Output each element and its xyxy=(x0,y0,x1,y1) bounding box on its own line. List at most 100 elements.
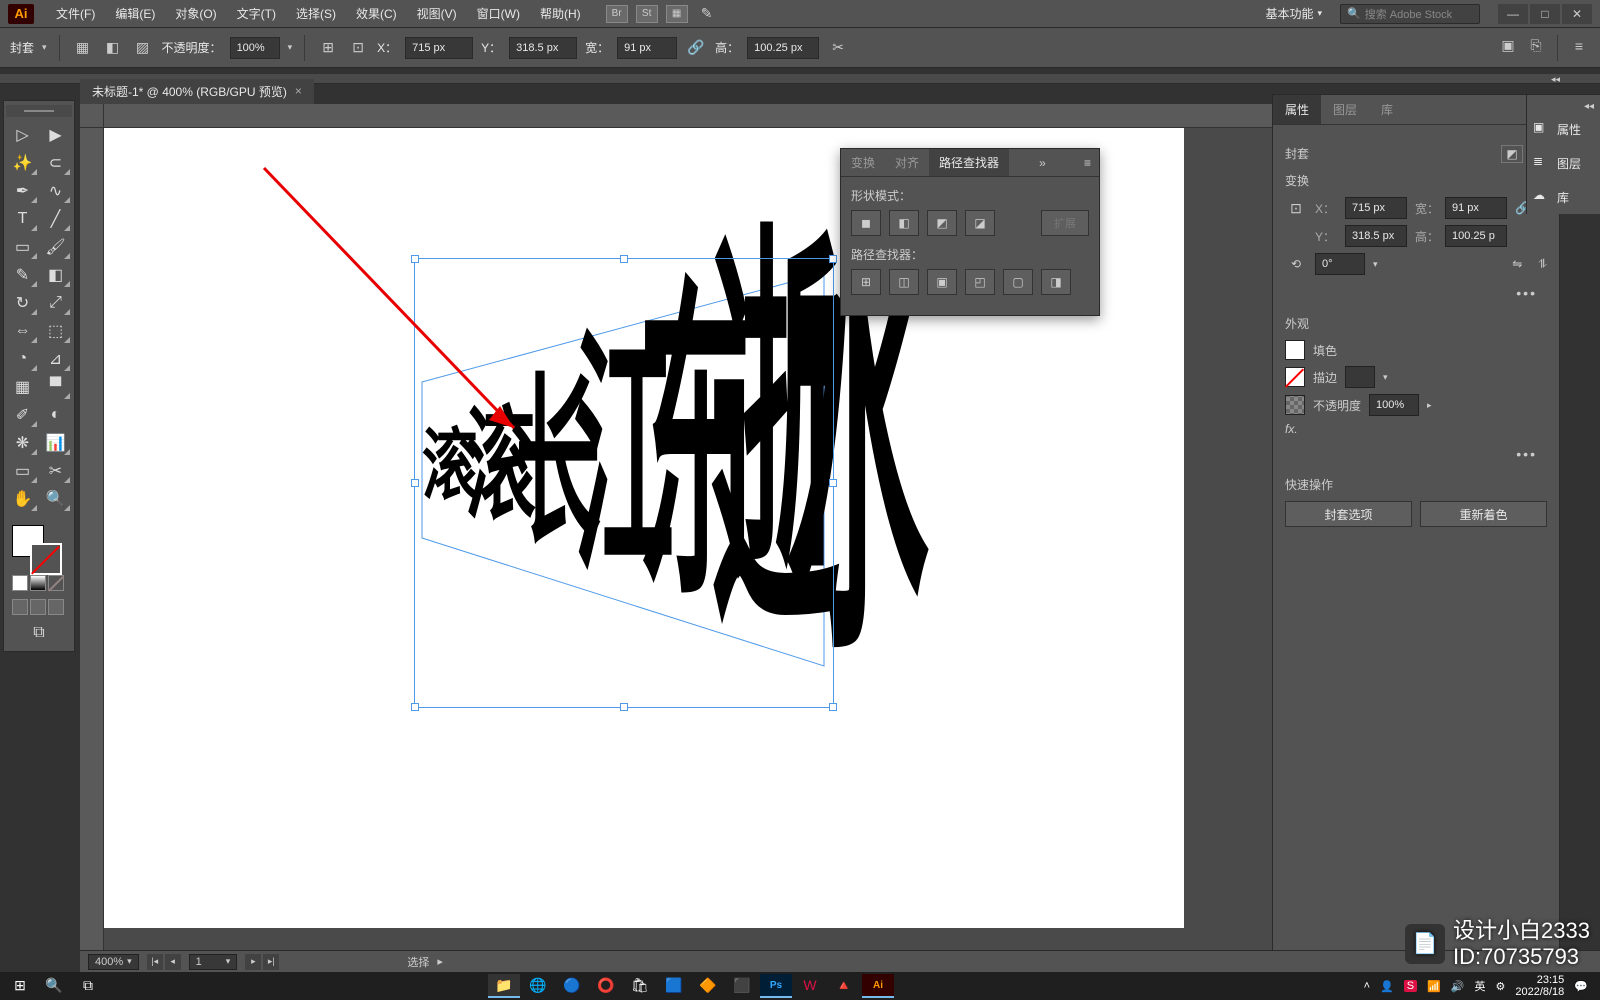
panel-expand-icon[interactable]: » xyxy=(1031,156,1054,170)
shaper-tool[interactable]: ✎ xyxy=(6,261,39,289)
menu-file[interactable]: 文件(F) xyxy=(46,1,105,26)
screen-mode-tool[interactable]: ⧉ xyxy=(6,619,72,647)
tray-people-icon[interactable]: 👤 xyxy=(1380,980,1394,993)
artboard-nav-fwd[interactable]: ▸▸| xyxy=(245,954,279,970)
strip-properties[interactable]: ▣属性 xyxy=(1527,112,1600,146)
tray-clock[interactable]: 23:15 2022/8/18 xyxy=(1515,974,1564,998)
appearance-more-icon[interactable]: ••• xyxy=(1285,442,1547,466)
recolor-button[interactable]: 重新着色 xyxy=(1420,501,1547,527)
ref-point-icon[interactable]: ⊡ xyxy=(1285,197,1307,219)
tray-up-icon[interactable]: ˄ xyxy=(1364,980,1370,992)
hand-tool[interactable]: ✋ xyxy=(6,485,39,513)
flip-v-icon[interactable]: ⥮ xyxy=(1538,257,1547,272)
pen-tool[interactable]: ✒ xyxy=(6,177,39,205)
flip-h-icon[interactable]: ⇋ xyxy=(1512,257,1522,271)
merge-icon[interactable]: ▣ xyxy=(927,269,957,295)
window-minimize[interactable]: — xyxy=(1498,4,1528,24)
symbol-sprayer-tool[interactable]: ❋ xyxy=(6,429,39,457)
envelope-mesh-icon[interactable]: ▦ xyxy=(72,37,94,59)
task-view-icon[interactable]: ⧉ xyxy=(72,974,104,998)
task-app1-icon[interactable]: 🟦 xyxy=(658,974,690,998)
prop-opacity-field[interactable]: 100% xyxy=(1369,394,1419,416)
slice-tool[interactable]: ✂ xyxy=(39,457,72,485)
arrange-icon[interactable]: ▦ xyxy=(666,5,688,23)
task-edge-icon[interactable]: 🌐 xyxy=(522,974,554,998)
draw-behind-icon[interactable] xyxy=(30,599,46,615)
free-transform-tool[interactable]: ⬚ xyxy=(39,317,72,345)
prop-x-field[interactable]: 715 px xyxy=(1345,197,1407,219)
stock-icon[interactable]: St xyxy=(636,5,658,23)
w-field[interactable]: 91 px xyxy=(617,37,677,59)
tray-notifications-icon[interactable]: 💬 xyxy=(1574,980,1588,993)
task-explorer-icon[interactable]: 📁 xyxy=(488,974,520,998)
menu-view[interactable]: 视图(V) xyxy=(407,1,467,26)
close-tab-icon[interactable]: × xyxy=(295,84,302,98)
document-tab[interactable]: 未标题-1* @ 400% (RGB/GPU 预览) × xyxy=(80,79,314,104)
tab-properties[interactable]: 属性 xyxy=(1273,95,1321,124)
menu-edit[interactable]: 编辑(E) xyxy=(105,1,165,26)
width-tool[interactable]: ⇔ xyxy=(6,317,39,345)
exclude-icon[interactable]: ◪ xyxy=(965,210,995,236)
pathfinder-panel[interactable]: 变换 对齐 路径查找器 » ≡ 形状模式： ◼ ◧ ◩ ◪ 扩展 路径查找器： … xyxy=(840,148,1100,316)
selection-tool[interactable]: ▷ xyxy=(6,121,39,149)
status-menu-icon[interactable]: ▸ xyxy=(437,955,443,968)
gradient-mode-icon[interactable] xyxy=(30,575,46,591)
draw-normal-icon[interactable] xyxy=(12,599,28,615)
window-maximize[interactable]: □ xyxy=(1530,4,1560,24)
prop-w-field[interactable]: 91 px xyxy=(1445,197,1507,219)
shape-builder-tool[interactable]: ◔ xyxy=(6,345,39,373)
envelope-warp-icon[interactable]: ◧ xyxy=(102,37,124,59)
blend-tool[interactable]: ◐ xyxy=(39,401,72,429)
stroke-color-swatch[interactable] xyxy=(1285,367,1305,387)
prop-rotate-field[interactable]: 0° xyxy=(1315,253,1365,275)
x-field[interactable]: 715 px xyxy=(405,37,473,59)
intersect-icon[interactable]: ◩ xyxy=(927,210,957,236)
task-app3-icon[interactable]: ⬛ xyxy=(726,974,758,998)
minus-front-icon[interactable]: ◧ xyxy=(889,210,919,236)
task-browser2-icon[interactable]: 🔵 xyxy=(556,974,588,998)
color-mode-icon[interactable] xyxy=(12,575,28,591)
envelope-edit-icon[interactable]: ▨ xyxy=(132,37,154,59)
tab-transform[interactable]: 变换 xyxy=(841,149,885,176)
menu-select[interactable]: 选择(S) xyxy=(286,1,346,26)
task-ai-icon[interactable]: Ai xyxy=(862,974,894,998)
draw-inside-icon[interactable] xyxy=(48,599,64,615)
envelope-options-button[interactable]: 封套选项 xyxy=(1285,501,1412,527)
y-field[interactable]: 318.5 px xyxy=(509,37,577,59)
color-swatches[interactable] xyxy=(6,521,72,571)
rotate-tool[interactable]: ↻ xyxy=(6,289,39,317)
outline-icon[interactable]: ▢ xyxy=(1003,269,1033,295)
selection-bounds[interactable] xyxy=(414,258,834,708)
tab-align[interactable]: 对齐 xyxy=(885,149,929,176)
menu-effect[interactable]: 效果(C) xyxy=(346,1,407,26)
strip-libraries[interactable]: ☁库 xyxy=(1527,180,1600,214)
tools-grip[interactable] xyxy=(6,105,72,117)
workspace-selector[interactable]: 基本功能▾ xyxy=(1257,3,1330,24)
ruler-corner[interactable] xyxy=(80,104,104,128)
search-stock-input[interactable]: 🔍 搜索 Adobe Stock xyxy=(1340,4,1480,24)
trim-icon[interactable]: ◫ xyxy=(889,269,919,295)
start-button[interactable]: ⊞ xyxy=(4,974,36,998)
artboard-nav[interactable]: |◂◂ xyxy=(147,954,181,970)
none-mode-icon[interactable] xyxy=(48,575,64,591)
ruler-vertical[interactable] xyxy=(80,128,104,952)
tab-layers[interactable]: 图层 xyxy=(1321,95,1369,124)
link-wh-icon[interactable]: 🔗 xyxy=(685,37,707,59)
zoom-tool[interactable]: 🔍 xyxy=(39,485,72,513)
minus-back-icon[interactable]: ◨ xyxy=(1041,269,1071,295)
h-field[interactable]: 100.25 px xyxy=(747,37,819,59)
transform-more-icon[interactable]: ••• xyxy=(1285,281,1547,305)
panel-menu-icon[interactable]: ≡ xyxy=(1568,35,1590,57)
opacity-swatch[interactable] xyxy=(1285,395,1305,415)
unite-icon[interactable]: ◼ xyxy=(851,210,881,236)
tray-s-icon[interactable]: S xyxy=(1404,980,1417,992)
tray-settings-icon[interactable]: ⚙ xyxy=(1495,980,1505,993)
tray-sound-icon[interactable]: 🔊 xyxy=(1451,980,1465,993)
task-app4-icon[interactable]: 🔺 xyxy=(828,974,860,998)
direct-selection-tool[interactable]: ▶ xyxy=(39,121,72,149)
artboard-tool[interactable]: ▭ xyxy=(6,457,39,485)
task-wps-icon[interactable]: W xyxy=(794,974,826,998)
menu-help[interactable]: 帮助(H) xyxy=(530,1,591,26)
gradient-tool[interactable]: ▀ xyxy=(39,373,72,401)
scale-tool[interactable]: ⤢ xyxy=(39,289,72,317)
